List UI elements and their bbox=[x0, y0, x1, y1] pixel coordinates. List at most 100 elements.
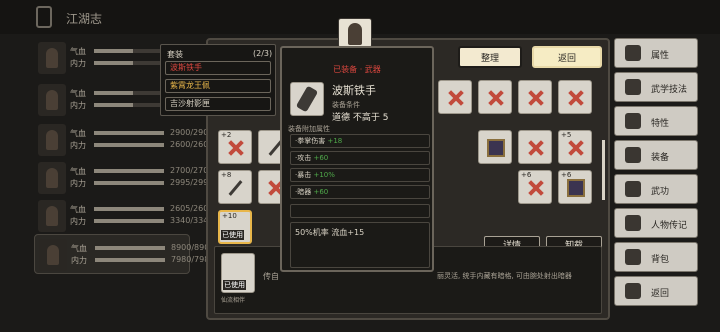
inventory-slot[interactable]: +2 bbox=[218, 130, 252, 164]
detail-item-icon: 已使用 bbox=[221, 253, 255, 293]
attr-value: +60 bbox=[313, 188, 329, 196]
hp-bar bbox=[94, 207, 164, 211]
attr-row: ·攻击 +60 bbox=[290, 151, 430, 165]
inventory-slot[interactable]: +5 bbox=[558, 130, 592, 164]
inventory-slot[interactable] bbox=[518, 80, 552, 114]
attr-row: ·暗器 +60 bbox=[290, 185, 430, 199]
crossed-weapon-icon bbox=[567, 139, 585, 157]
hp-bar bbox=[94, 169, 164, 173]
plus-level: +10 bbox=[222, 212, 237, 220]
portrait bbox=[39, 239, 67, 271]
tab-back[interactable]: 返回 bbox=[614, 276, 698, 306]
crossed-weapon-icon bbox=[527, 139, 545, 157]
mp-bar-fill bbox=[94, 181, 164, 185]
sort-button[interactable]: 整理 bbox=[458, 46, 522, 68]
hp-bar-fill bbox=[94, 169, 164, 173]
mp-label: 内力 bbox=[70, 141, 86, 150]
blade-icon bbox=[227, 179, 245, 197]
set-item[interactable]: 波斯铁手 bbox=[165, 61, 271, 75]
inventory-slot[interactable]: +8 bbox=[218, 170, 252, 204]
plus-level: +8 bbox=[221, 171, 232, 179]
panel-back-button[interactable]: 返回 bbox=[532, 46, 602, 68]
roster-row[interactable]: 气血 内力 2900/2900 2600/2600 bbox=[34, 120, 213, 160]
roster-row[interactable]: 气血 内力 8900/8900 7980/7980 bbox=[34, 234, 214, 274]
attributes-icon bbox=[625, 45, 641, 61]
inventory-slot[interactable]: +6 bbox=[558, 170, 592, 204]
attr-row: ·拳掌伤害 +18 bbox=[290, 134, 430, 148]
inventory-slot[interactable] bbox=[478, 80, 512, 114]
item-tooltip: 已装备 · 武器 波斯铁手 装备条件 道德 不高于 5 装备附加属性 ·拳掌伤害… bbox=[280, 46, 434, 272]
tab-equipment[interactable]: 装备 bbox=[614, 140, 698, 170]
detail-desc: 丽灵活, 统手内藏有暗格, 可由腕处射出暗器 bbox=[437, 272, 572, 280]
equip-type: 已装备 · 武器 bbox=[333, 65, 381, 74]
used-tag: 已使用 bbox=[223, 280, 246, 290]
roster-row[interactable]: 气血 内力 2605/2605 3340/3340 bbox=[34, 196, 213, 236]
tab-martial-skills[interactable]: 武学技法 bbox=[614, 72, 698, 102]
biography-icon bbox=[625, 215, 641, 231]
hp-label: 气血 bbox=[70, 205, 86, 214]
tab-label: 装备 bbox=[651, 153, 670, 163]
tab-traits[interactable]: 特性 bbox=[614, 106, 698, 136]
chest-icon bbox=[487, 139, 505, 157]
roster-row[interactable]: 气血 内力 2700/2700 2995/2995 bbox=[34, 158, 213, 198]
equipper-avatar bbox=[338, 18, 372, 48]
inventory-slot[interactable]: +6 bbox=[518, 170, 552, 204]
equipped-slot[interactable]: +10 已使用 bbox=[218, 210, 252, 244]
inventory-slot[interactable] bbox=[558, 80, 592, 114]
plus-level: +2 bbox=[221, 131, 232, 139]
plus-level: +6 bbox=[521, 171, 532, 179]
iron-gauntlet-icon bbox=[290, 82, 324, 116]
inventory-slot[interactable] bbox=[478, 130, 512, 164]
hp-bar bbox=[94, 49, 164, 53]
plus-level: +6 bbox=[561, 171, 572, 179]
hp-bar-fill bbox=[95, 246, 165, 250]
portrait bbox=[38, 162, 66, 194]
item-name: 波斯铁手 bbox=[332, 84, 376, 97]
used-tag: 已使用 bbox=[221, 230, 244, 240]
attr-label: ·拳掌伤害 bbox=[295, 137, 326, 145]
set-count: (2/3) bbox=[253, 49, 273, 58]
effect-text: 50%机率 流血+15 bbox=[295, 228, 365, 237]
plus-level: +5 bbox=[561, 131, 572, 139]
back-icon[interactable] bbox=[36, 6, 52, 28]
crossed-weapon-icon bbox=[227, 139, 245, 157]
tab-attributes[interactable]: 属性 bbox=[614, 38, 698, 68]
mp-bar bbox=[94, 181, 164, 185]
crossed-weapon-icon bbox=[487, 89, 505, 107]
portrait bbox=[38, 42, 66, 74]
tab-backpack[interactable]: 背包 bbox=[614, 242, 698, 272]
cond-value: 道德 不高于 5 bbox=[332, 113, 389, 123]
set-dropdown: 套装 (2/3) 波斯铁手 紫霄龙王佩 吉沙射影匣 bbox=[160, 44, 276, 116]
inventory-slot[interactable] bbox=[438, 80, 472, 114]
detail-item-sub: 仙流相伴 bbox=[221, 297, 246, 304]
tab-label: 背包 bbox=[651, 255, 670, 265]
hp-label: 气血 bbox=[71, 244, 87, 253]
attr-title: 装备附加属性 bbox=[288, 125, 330, 133]
page-title: 江湖志 bbox=[66, 12, 103, 26]
hp-bar bbox=[95, 246, 165, 250]
set-item[interactable]: 吉沙射影匣 bbox=[165, 97, 271, 111]
portrait bbox=[38, 200, 66, 232]
mp-label: 内力 bbox=[70, 59, 86, 68]
detail-desc-prefix: 传自 bbox=[263, 272, 279, 281]
mp-label: 内力 bbox=[70, 101, 86, 110]
mp-bar-fill bbox=[95, 258, 165, 262]
tab-label: 属性 bbox=[651, 51, 670, 61]
scrollbar[interactable] bbox=[602, 140, 605, 200]
crossed-weapon-icon bbox=[447, 89, 465, 107]
tab-biography[interactable]: 人物传记 bbox=[614, 208, 698, 238]
portrait bbox=[38, 84, 66, 116]
crossed-weapon-icon bbox=[527, 179, 545, 197]
attr-row: ·暴击 +10% bbox=[290, 168, 430, 182]
traits-icon bbox=[625, 113, 641, 129]
tab-label: 特性 bbox=[651, 119, 670, 129]
hp-bar bbox=[94, 131, 164, 135]
attr-value: +18 bbox=[327, 137, 343, 145]
mp-bar-fill bbox=[94, 143, 164, 147]
set-item[interactable]: 紫霄龙王佩 bbox=[165, 79, 271, 93]
hp-label: 气血 bbox=[70, 129, 86, 138]
mp-bar bbox=[95, 258, 165, 262]
tab-kungfu[interactable]: 武功 bbox=[614, 174, 698, 204]
mp-label: 内力 bbox=[70, 217, 86, 226]
inventory-slot[interactable] bbox=[518, 130, 552, 164]
